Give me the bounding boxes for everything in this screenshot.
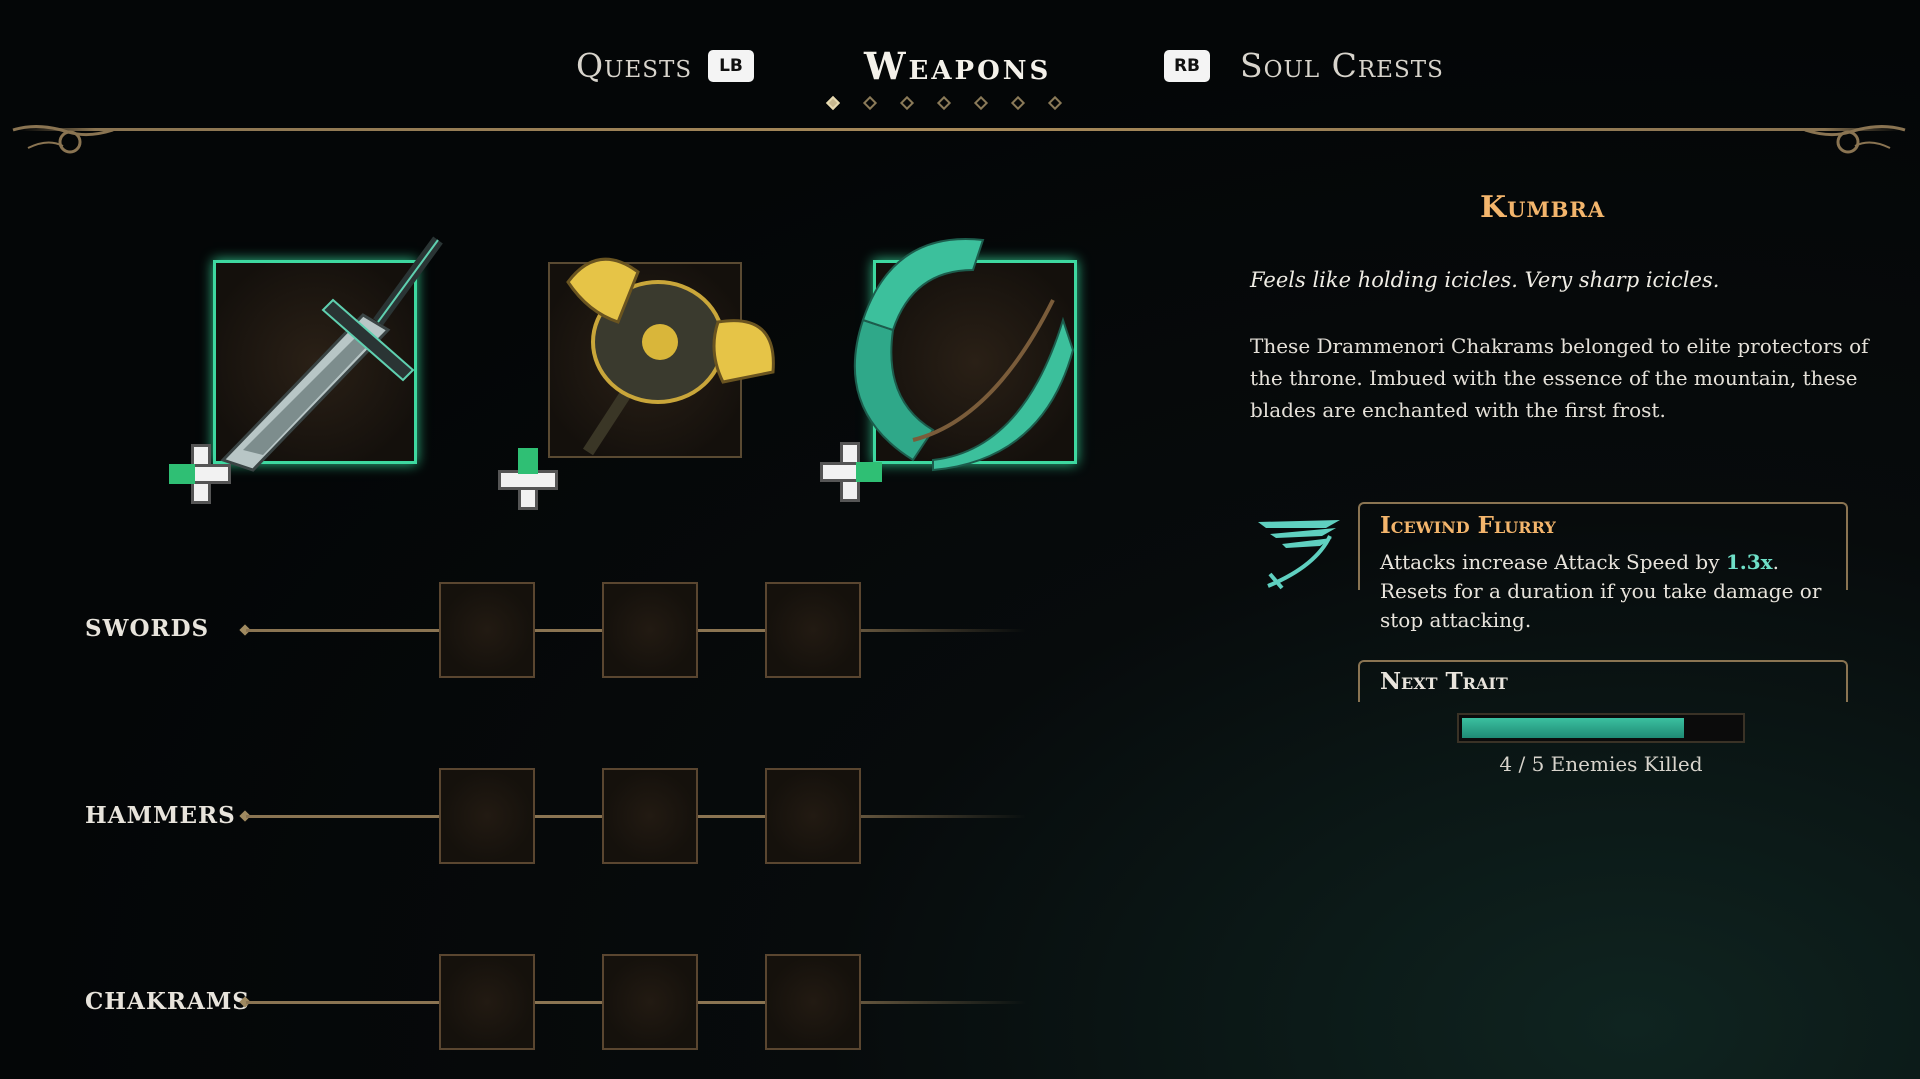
category-label-chakrams: CHAKRAMS — [85, 988, 250, 1015]
trait-desc-text: Attacks increase Attack Speed by — [1380, 550, 1726, 574]
sword-upgrade-slot[interactable] — [439, 582, 535, 678]
page-dot — [973, 95, 989, 111]
progress-fill — [1462, 718, 1684, 738]
page-dot — [1047, 95, 1063, 111]
scroll-ornament-right-icon — [1804, 125, 1906, 154]
weapon-description: These Drammenori Chakrams belonged to el… — [1250, 334, 1869, 422]
page-dot — [1010, 95, 1026, 111]
hammer-icon — [566, 257, 775, 456]
page-dot — [825, 95, 841, 111]
category-label-swords: SWORDS — [85, 615, 210, 642]
chakram-upgrade-slot[interactable] — [765, 954, 861, 1050]
next-trait-progress-text: 4 / 5 Enemies Killed — [1499, 752, 1703, 776]
winged-blade-icon — [1258, 520, 1340, 590]
sword-upgrade-slot[interactable] — [602, 582, 698, 678]
hammer-upgrade-slot[interactable] — [765, 768, 861, 864]
header-divider — [20, 128, 1900, 131]
next-trait-title: Next Trait — [1380, 668, 1508, 695]
equipped-slot-chakram[interactable] — [853, 238, 1077, 472]
category-label-hammers: HAMMERS — [85, 802, 236, 829]
page-dot — [936, 95, 952, 111]
chakram-upgrade-slot[interactable] — [439, 954, 535, 1050]
chakram-icon — [853, 238, 1075, 472]
trait-multiplier: 1.3x — [1725, 550, 1773, 574]
tab-weapons[interactable]: Weapons — [864, 44, 1051, 88]
next-trait-progress-bar — [1457, 713, 1745, 743]
weapon-name: Kumbra — [1480, 190, 1606, 225]
chakram-upgrade-slot[interactable] — [602, 954, 698, 1050]
page-dot — [862, 95, 878, 111]
tab-quests[interactable]: Quests — [576, 46, 692, 85]
add-slot-chakram-button[interactable] — [818, 440, 882, 504]
lb-button-hint[interactable]: LB — [708, 50, 754, 82]
trait-description: Attacks increase Attack Speed by 1.3x. R… — [1380, 548, 1850, 635]
page-dot — [899, 95, 915, 111]
rb-button-hint[interactable]: RB — [1164, 50, 1210, 82]
trait-name: Icewind Flurry — [1380, 512, 1556, 539]
weapon-flavor-text: Feels like holding icicles. Very sharp i… — [1250, 268, 1720, 292]
sword-upgrade-slot[interactable] — [765, 582, 861, 678]
hammer-upgrade-slot[interactable] — [439, 768, 535, 864]
equipped-slot-hammer[interactable] — [548, 257, 775, 458]
equipped-slot-sword[interactable] — [213, 236, 443, 472]
page-indicator — [825, 95, 1063, 111]
add-slot-sword-button[interactable] — [169, 442, 233, 506]
hammer-upgrade-slot[interactable] — [602, 768, 698, 864]
sword-icon — [220, 236, 443, 472]
add-slot-hammer-button[interactable] — [496, 448, 560, 512]
scroll-ornament-left-icon — [12, 125, 114, 154]
tab-soul-crests[interactable]: Soul Crests — [1240, 46, 1444, 85]
